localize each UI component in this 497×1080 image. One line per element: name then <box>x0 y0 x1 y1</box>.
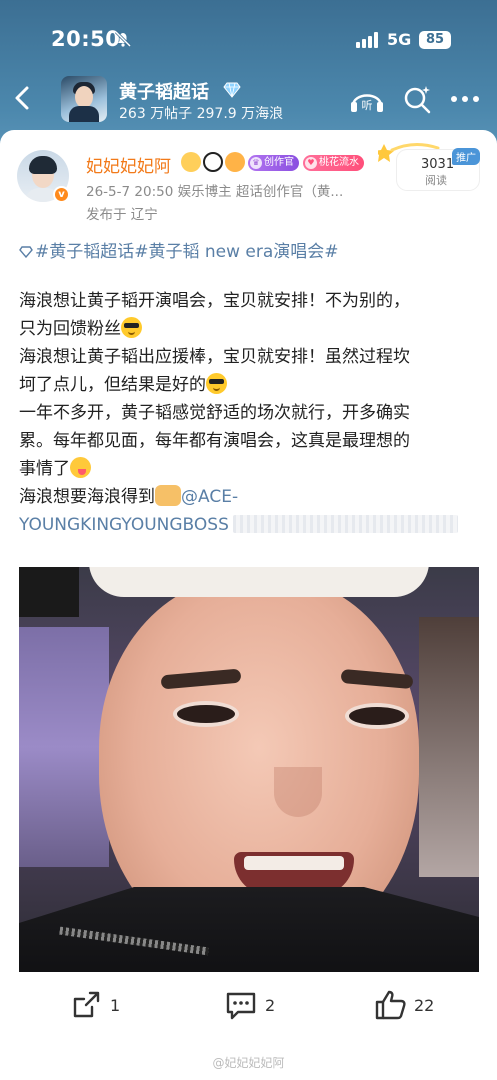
crown-badge-icon <box>181 152 201 172</box>
share-icon <box>73 991 100 1018</box>
topic-nav-bar: 黄子韬超话 263 万帖子 297.9 万海浪 听 <box>0 70 497 128</box>
like-count: 22 <box>414 996 435 1015</box>
topic-title[interactable]: 黄子韬超话 <box>119 78 209 104</box>
post-line: 一年不多开，黄子韬感觉舒适的场次就行，开多确实 <box>19 403 410 423</box>
comment-button[interactable]: 2 <box>224 989 284 1021</box>
battery-indicator: 85 <box>419 31 451 49</box>
signal-icon <box>356 32 380 48</box>
post-line-with-emoji: 坷了点儿，但结果是好的 <box>19 371 481 399</box>
post-body: 海浪想让黄子韬开演唱会，宝贝就安排！不为别的， 只为回馈粉丝 海浪想让黄子韬出应… <box>19 287 481 539</box>
post-line: 海浪想让黄子韬出应援棒，宝贝就安排！虽然过程坎 <box>19 347 410 367</box>
mention-link[interactable]: @ACE- <box>181 487 238 507</box>
hashtag-line[interactable]: #黄子韬超话#黄子韬 new era演唱会# <box>19 237 339 262</box>
fish-badge-icon <box>225 152 245 172</box>
post-line-with-mention: YOUNGKINGYOUNGBOSS <box>19 511 481 539</box>
fan-level-tag: ♥ 桃花流水 <box>303 155 364 171</box>
diamond-icon <box>223 82 241 98</box>
post-card: v 妃妃妃妃阿 ♛ 创作官 ♥ 桃花流水 26-5-7 20:50 娱乐博主 超话创… <box>0 130 497 1080</box>
sunglasses-emoji-icon <box>121 317 142 338</box>
status-time: 20:50 <box>51 27 121 51</box>
share-button[interactable]: 1 <box>70 989 130 1021</box>
diamond-icon <box>19 246 33 258</box>
status-bar: 20:50 5G 85 <box>0 0 497 80</box>
share-count: 1 <box>110 996 121 1015</box>
search-icon[interactable] <box>402 84 432 114</box>
post-location: 发布于 辽宁 <box>86 207 158 223</box>
more-icon[interactable] <box>450 95 480 103</box>
listen-icon[interactable]: 听 <box>349 84 385 114</box>
read-label: 阅读 <box>425 174 447 187</box>
comment-count: 2 <box>265 996 276 1015</box>
comment-icon <box>226 992 256 1020</box>
topic-avatar[interactable] <box>61 76 107 122</box>
read-count: 3031 <box>421 157 455 172</box>
post-line-with-emoji: 只为回馈粉丝 <box>19 315 481 343</box>
author-name[interactable]: 妃妃妃妃阿 <box>86 152 171 177</box>
wave-emoji-icon <box>155 485 181 506</box>
action-bar: 1 2 22 <box>0 975 497 1035</box>
network-type: 5G <box>387 30 412 49</box>
panda-badge-icon <box>203 152 223 172</box>
thumbs-up-icon <box>375 990 406 1020</box>
yum-emoji-icon <box>70 457 91 478</box>
post-line: 海浪想让黄子韬开演唱会，宝贝就安排！不为别的， <box>19 291 410 311</box>
bell-muted-icon <box>114 30 132 48</box>
verified-badge-icon: v <box>53 186 70 203</box>
back-icon[interactable] <box>12 84 34 112</box>
creator-tag: ♛ 创作官 <box>248 155 299 171</box>
svg-text:听: 听 <box>362 99 373 112</box>
post-line-with-mention: 海浪想要海浪得到 @ACE- <box>19 485 239 507</box>
blurred-text <box>232 515 458 533</box>
sunglasses-emoji-icon <box>206 373 227 394</box>
hashtags-text[interactable]: #黄子韬超话#黄子韬 new era演唱会# <box>35 242 339 262</box>
like-button[interactable]: 22 <box>374 989 444 1021</box>
post-line: 累。每年都见面，每年都有演唱会，这真是最理想的 <box>19 431 410 451</box>
mention-link-continued[interactable]: YOUNGKINGYOUNGBOSS <box>19 515 229 535</box>
topic-stats: 263 万帖子 297.9 万海浪 <box>119 106 284 122</box>
post-meta: 26-5-7 20:50 娱乐博主 超话创作官（黄... <box>86 184 344 200</box>
post-line-with-emoji: 事情了 <box>19 455 481 483</box>
promo-tag: 推广 <box>452 148 480 165</box>
watermark: @妃妃妃妃阿 <box>212 1056 285 1070</box>
post-image[interactable] <box>19 567 479 972</box>
